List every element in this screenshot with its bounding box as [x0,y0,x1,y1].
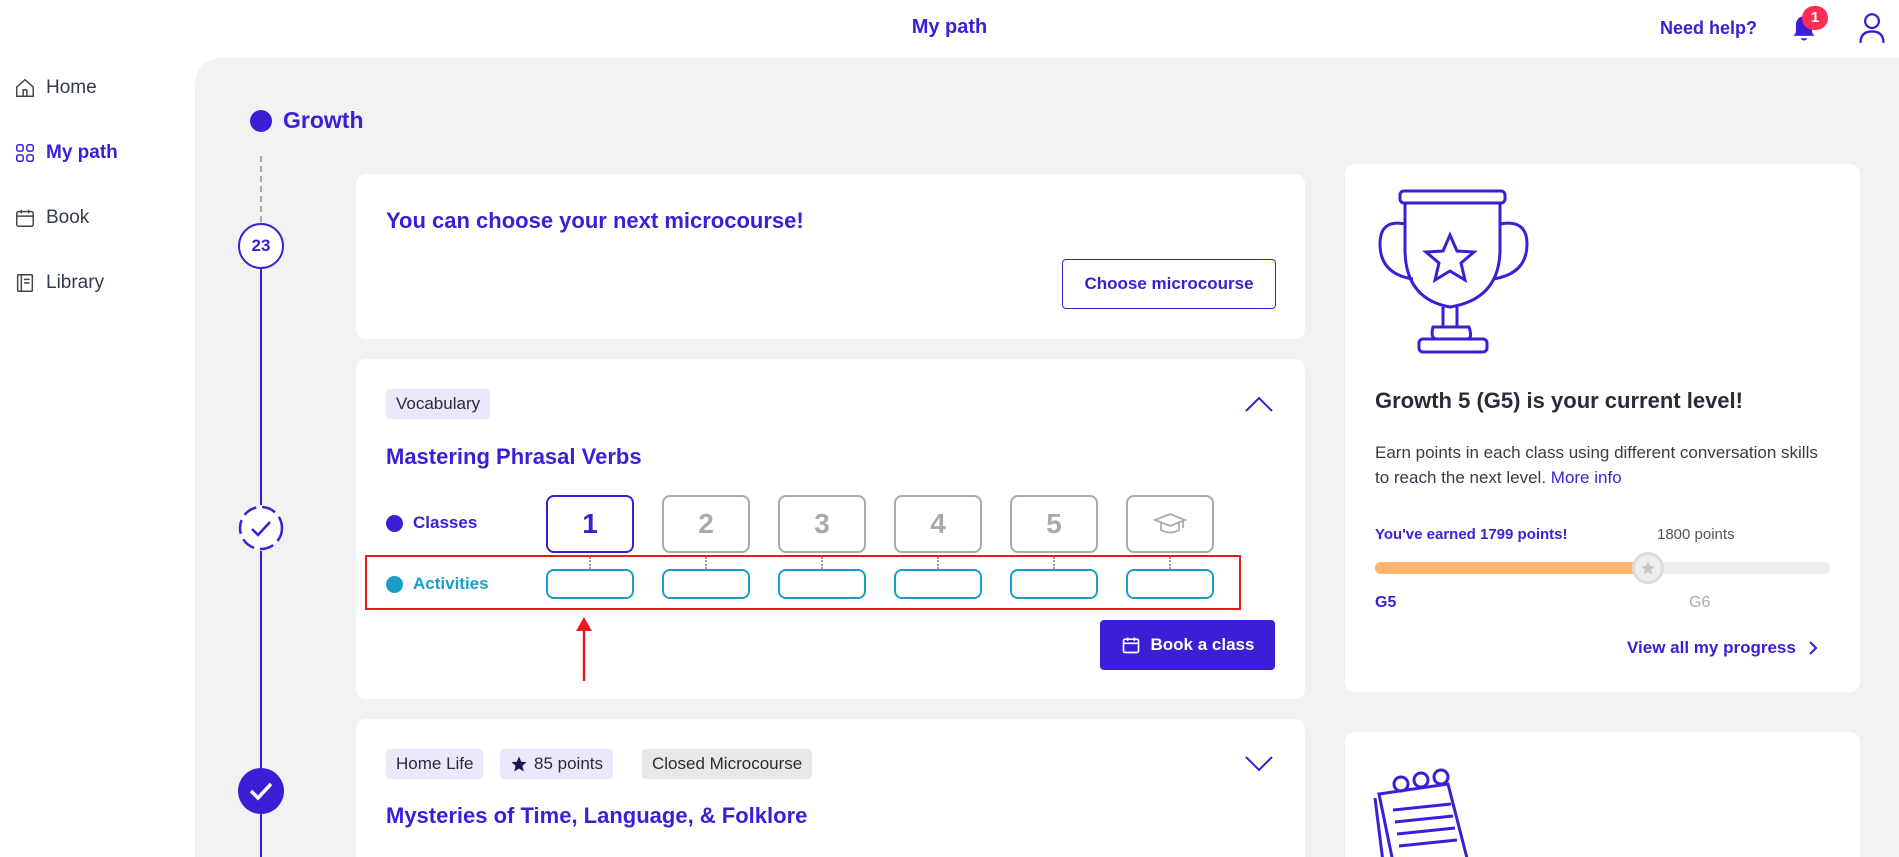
chevron-up-icon[interactable] [1244,395,1274,413]
book-icon [16,274,34,292]
sidebar-item-home[interactable]: Home [14,72,97,104]
book-class-button[interactable]: Book a class [1100,620,1275,670]
graduation-cap-icon [1153,513,1187,534]
dashed-check-icon [238,505,284,551]
class-box-5[interactable]: 5 [1010,495,1098,553]
points-label: 85 points [534,754,603,773]
goal-points: 1800 points [1657,526,1735,543]
timeline-line [260,269,262,505]
course-tag: Home Life [386,749,484,779]
top-bar: My path Need help? 1 [0,0,1899,56]
status-tag: Closed Microcourse [642,749,813,779]
trophy-icon [1378,189,1529,354]
choose-microcourse-title: You can choose your next microcourse! [386,208,804,233]
class-box-2[interactable]: 2 [662,495,750,553]
star-icon [511,756,527,772]
calendar-icon [1122,637,1139,654]
sidebar-item-book[interactable]: Book [14,202,89,234]
side-card-2 [1345,732,1860,857]
view-all-progress-link[interactable]: View all my progress [1627,638,1818,658]
sidebar-item-library[interactable]: Library [14,267,104,299]
growth-dot [250,110,272,132]
progress-bar-fill [1375,562,1648,574]
chevron-right-icon [1809,641,1818,655]
current-course-card: Vocabulary Mastering Phrasal Verbs Class… [356,359,1305,699]
book-class-label: Book a class [1150,635,1255,654]
course-tag: Vocabulary [386,389,491,419]
page-title: My path [911,16,988,38]
growth-label: Growth [283,107,364,133]
sidebar-item-label: Library [46,272,105,293]
user-icon[interactable] [1858,12,1886,44]
progress-knob [1632,552,1664,584]
sidebar-item-label: Book [46,207,90,228]
view-all-progress-label: View all my progress [1627,638,1796,657]
red-arrow-icon [576,617,592,681]
progress-bar [1375,562,1830,574]
next-course-card: Home Life 85 points Closed Microcourse M… [356,719,1305,857]
classes-row-label: Classes [386,513,477,533]
grid-icon [16,144,34,162]
home-icon [16,78,34,97]
class-box-1[interactable]: 1 [546,495,634,553]
level-description: Earn points in each class using differen… [1375,440,1835,490]
sidebar: Home My path Book Library [0,56,195,857]
timeline-dashed-line [260,156,262,222]
class-box-3[interactable]: 3 [778,495,866,553]
current-level-label: G5 [1375,594,1397,611]
more-info-link[interactable]: More info [1551,468,1622,487]
step-number-circle: 23 [238,223,284,269]
completed-check-icon [238,768,284,814]
timeline-line [260,551,262,768]
sidebar-item-my-path[interactable]: My path [14,137,118,169]
next-level-label: G6 [1689,594,1711,611]
choose-microcourse-card: You can choose your next microcourse! Ch… [356,174,1305,339]
star-icon [1641,561,1655,575]
final-class-box[interactable] [1126,495,1214,553]
highlight-box [365,555,1241,610]
sidebar-item-label: Home [46,77,97,98]
points-tag: 85 points [500,749,613,779]
classes-label: Classes [413,513,478,532]
course-title: Mysteries of Time, Language, & Folklore [386,803,808,828]
notepad-icon [1373,768,1469,857]
class-box-4[interactable]: 4 [894,495,982,553]
course-title: Mastering Phrasal Verbs [386,444,642,469]
sidebar-item-label: My path [46,142,118,163]
level-title: Growth 5 (G5) is your current level! [1375,388,1743,413]
calendar-icon [16,209,34,227]
choose-microcourse-button[interactable]: Choose microcourse [1062,259,1276,309]
chevron-down-icon[interactable] [1244,755,1274,773]
timeline-line [260,814,262,857]
notification-badge: 1 [1802,6,1828,30]
level-card: Growth 5 (G5) is your current level! Ear… [1345,164,1860,692]
need-help-link[interactable]: Need help? [1660,18,1757,39]
earned-points: You've earned 1799 points! [1375,526,1568,543]
classes-dot [386,514,403,532]
